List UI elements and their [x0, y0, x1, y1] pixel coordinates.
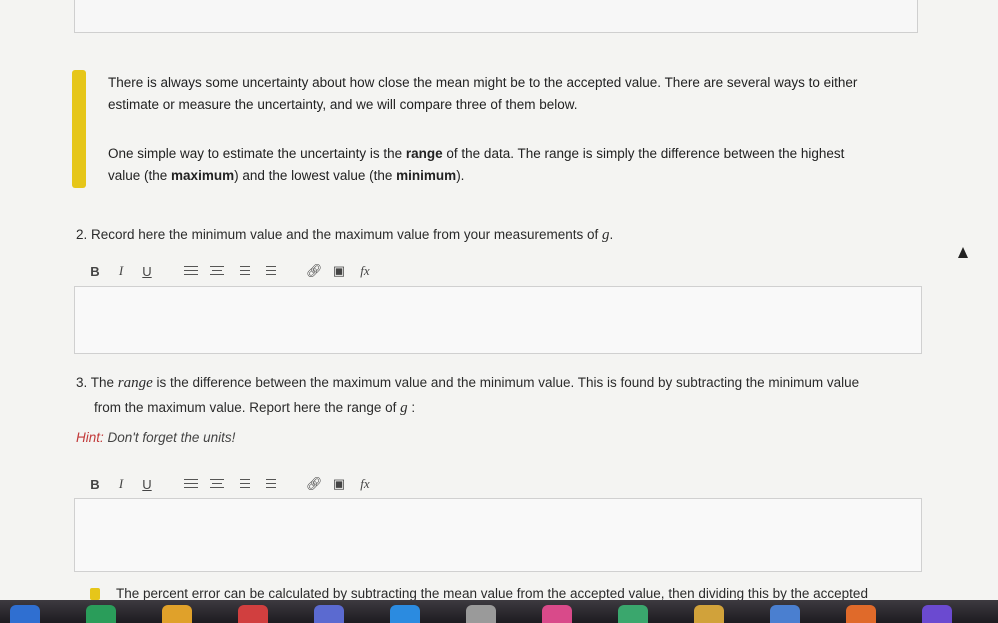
dock-app-icon[interactable] [694, 605, 724, 623]
callout-text-segment: One simple way to estimate the uncertain… [108, 146, 406, 161]
dock-app-icon[interactable] [922, 605, 952, 623]
align-center-icon[interactable] [210, 265, 224, 277]
question-2-prompt: 2. Record here the minimum value and the… [76, 225, 916, 245]
callout-text-segment: ). [456, 168, 465, 183]
image-icon[interactable]: ▣ [332, 476, 346, 492]
align-left-icon[interactable] [184, 265, 198, 277]
align-left-icon[interactable] [184, 478, 198, 490]
mouse-cursor-icon [958, 247, 968, 258]
dock-app-icon[interactable] [162, 605, 192, 623]
link-icon[interactable]: 🔗︎ [306, 263, 323, 279]
bold-button[interactable]: B [88, 264, 102, 279]
previous-answer-field[interactable] [74, 0, 918, 33]
answer-editor-q2[interactable] [74, 286, 922, 354]
callout-text-segment: of the data. The range is simply the dif… [442, 146, 845, 161]
question-3-line-2: from the maximum value. Report here the … [94, 400, 415, 417]
answer-editor-q3[interactable] [74, 498, 922, 572]
dock-app-icon[interactable] [86, 605, 116, 623]
hint-text: Don't forget the units! [103, 430, 236, 445]
dock-app-icon[interactable] [618, 605, 648, 623]
minimum-term: minimum [396, 168, 457, 183]
question-2-text: 2. Record here the minimum value and the… [76, 227, 602, 242]
bullet-list-icon[interactable] [262, 478, 276, 490]
range-term-italic: range [117, 375, 153, 391]
callout-line-1: There is always some uncertainty about h… [108, 75, 858, 90]
range-term: range [405, 146, 443, 161]
callout-line-4: value (the maximum) and the lowest value… [108, 165, 908, 187]
link-icon[interactable]: 🔗︎ [306, 476, 323, 492]
question-3-line-2-text: from the maximum value. Report here the … [94, 400, 401, 415]
question-2-end: . [609, 227, 614, 242]
bottom-callout-accent [90, 588, 100, 600]
dock-app-icon[interactable] [466, 605, 496, 623]
dock-app-icon[interactable] [390, 605, 420, 623]
callout-line-2: estimate or measure the uncertainty, and… [108, 97, 578, 112]
dock-app-icon[interactable] [314, 605, 344, 623]
formula-button[interactable]: fx [358, 263, 372, 279]
image-icon[interactable]: ▣ [332, 263, 346, 279]
callout-text-segment: ) and the lowest value (the [234, 168, 397, 183]
numbered-list-icon[interactable] [236, 265, 250, 277]
dock-app-icon[interactable] [770, 605, 800, 623]
hint-label: Hint: [76, 430, 104, 445]
callout-paragraph-1: There is always some uncertainty about h… [108, 72, 908, 116]
maximum-term: maximum [171, 168, 235, 183]
underline-button[interactable]: U [140, 477, 154, 492]
dock-app-icon[interactable] [846, 605, 876, 623]
underline-button[interactable]: U [140, 264, 154, 279]
callout-line-3: One simple way to estimate the uncertain… [108, 143, 908, 165]
dock-app-icon[interactable] [542, 605, 572, 623]
italic-button[interactable]: I [114, 263, 128, 279]
question-3-end: : [407, 400, 416, 415]
italic-button[interactable]: I [114, 476, 128, 492]
question-3-text: 3. The [76, 375, 118, 390]
bullet-list-icon[interactable] [262, 265, 276, 277]
callout-text-segment: value (the [108, 168, 172, 183]
bottom-callout-text: The percent error can be calculated by s… [116, 586, 868, 601]
dock-app-icon[interactable] [10, 605, 40, 623]
bold-button[interactable]: B [88, 477, 102, 492]
callout-accent-bar [72, 70, 86, 188]
hint: Hint: Don't forget the units! [76, 430, 235, 445]
question-3-prompt: 3. The range is the difference between t… [76, 373, 916, 393]
question-3-text-cont: is the difference between the maximum va… [152, 375, 860, 390]
numbered-list-icon[interactable] [236, 478, 250, 490]
editor-toolbar-q2: B I U 🔗︎ ▣ fx [88, 260, 372, 282]
variable-g: g [400, 400, 408, 416]
formula-button[interactable]: fx [358, 476, 372, 492]
editor-toolbar-q3: B I U 🔗︎ ▣ fx [88, 473, 372, 495]
align-center-icon[interactable] [210, 478, 224, 490]
dock-app-icon[interactable] [238, 605, 268, 623]
callout-paragraph-2: One simple way to estimate the uncertain… [108, 143, 908, 187]
